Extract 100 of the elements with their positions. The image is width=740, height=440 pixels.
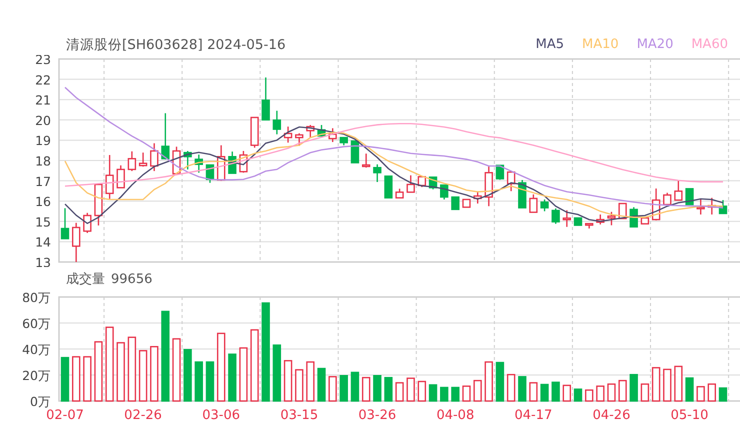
axis-label: 20 bbox=[35, 112, 51, 128]
volume-bar bbox=[138, 350, 148, 402]
candlestick bbox=[116, 165, 125, 188]
candlestick bbox=[418, 176, 426, 188]
volume-bar bbox=[295, 369, 304, 402]
candlestick bbox=[395, 188, 404, 198]
candlestick bbox=[373, 164, 382, 182]
candlestick bbox=[60, 208, 70, 240]
candlestick bbox=[718, 200, 728, 214]
candlestick bbox=[239, 150, 248, 173]
candlestick bbox=[451, 196, 460, 210]
volume-bar bbox=[663, 368, 672, 402]
volume-bar bbox=[506, 374, 516, 402]
legend-label: MA5 bbox=[536, 36, 564, 54]
volume-bar bbox=[428, 384, 438, 402]
volume-bar bbox=[630, 374, 638, 402]
axis-label: 17 bbox=[35, 174, 51, 189]
date-label: 03-06 bbox=[202, 408, 240, 423]
volume-bar bbox=[150, 346, 158, 402]
axis-label: 80万 bbox=[22, 292, 51, 305]
candlestick bbox=[562, 210, 572, 227]
candlestick bbox=[284, 126, 292, 143]
volume-bar bbox=[696, 386, 705, 402]
volume-bar bbox=[718, 387, 728, 402]
volume-bar bbox=[440, 386, 448, 402]
legend-label: MA20 bbox=[636, 36, 674, 54]
candlestick bbox=[696, 198, 705, 214]
volume-bar bbox=[406, 378, 415, 402]
volume-bar bbox=[540, 384, 549, 402]
volume-bar bbox=[272, 344, 282, 402]
candlestick bbox=[663, 192, 672, 206]
volume-bar bbox=[640, 383, 650, 402]
volume-bar bbox=[94, 341, 103, 402]
volume-bar bbox=[395, 382, 404, 402]
candlestick bbox=[150, 143, 158, 172]
axis-label: 22 bbox=[35, 72, 51, 88]
volume-bar bbox=[373, 375, 382, 402]
volume-bar bbox=[529, 382, 538, 402]
volume-bar bbox=[228, 354, 236, 402]
volume-bar bbox=[451, 386, 460, 402]
candlestick bbox=[72, 222, 80, 262]
candlestick bbox=[295, 133, 304, 146]
volume-bar bbox=[474, 380, 482, 402]
axis-label: 21 bbox=[35, 92, 51, 108]
axis-label: 20万 bbox=[22, 368, 51, 383]
candlestick bbox=[630, 207, 638, 228]
volume-bar bbox=[284, 360, 292, 402]
axis-label: 14 bbox=[35, 234, 51, 250]
volume-bar bbox=[306, 361, 314, 402]
volume-bar bbox=[216, 332, 226, 402]
candlestick bbox=[340, 136, 348, 146]
candlestick bbox=[440, 184, 448, 200]
candlestick bbox=[674, 180, 683, 201]
candlestick bbox=[250, 116, 259, 148]
volume-bar bbox=[685, 377, 694, 402]
candlestick bbox=[350, 140, 360, 164]
candlestick bbox=[506, 171, 516, 192]
axis-label: 19 bbox=[35, 133, 51, 148]
volume-bar bbox=[362, 376, 370, 402]
volume-bar bbox=[674, 366, 683, 402]
candlestick bbox=[607, 212, 616, 226]
candlestick bbox=[194, 154, 203, 173]
candlestick bbox=[585, 222, 594, 228]
candlestick bbox=[184, 150, 192, 170]
candlestick bbox=[685, 188, 694, 206]
candlestick bbox=[306, 124, 314, 138]
volume-bar bbox=[83, 356, 92, 402]
candlestick bbox=[496, 164, 504, 180]
volume-bar bbox=[128, 336, 136, 402]
candlestick bbox=[384, 175, 393, 198]
axis-label: 13 bbox=[35, 255, 51, 267]
date-label: 02-26 bbox=[124, 408, 162, 423]
date-label: 04-26 bbox=[592, 408, 630, 423]
volume-value: 99656 bbox=[111, 270, 152, 288]
volume-bar bbox=[350, 372, 360, 402]
volume-label: 成交量 bbox=[66, 270, 105, 288]
volume-bar bbox=[60, 356, 70, 402]
candlestick bbox=[94, 184, 103, 226]
volume-bar bbox=[585, 389, 594, 402]
legend-label: MA60 bbox=[691, 36, 728, 54]
axis-label: 23 bbox=[35, 55, 51, 67]
date-label: 05-10 bbox=[670, 408, 708, 423]
legend-label: MA10 bbox=[582, 36, 619, 54]
candlestick bbox=[362, 154, 370, 168]
volume-bar bbox=[384, 376, 393, 402]
candlestick bbox=[216, 145, 226, 181]
axis-label: 60万 bbox=[22, 316, 51, 331]
volume-bar bbox=[518, 376, 526, 402]
volume-bar bbox=[562, 384, 572, 402]
volume-bar bbox=[462, 386, 471, 402]
axis-label: 0万 bbox=[30, 394, 51, 409]
candlestick bbox=[552, 208, 560, 224]
volume-bar bbox=[184, 349, 192, 402]
candlestick bbox=[462, 198, 471, 208]
volume-bar bbox=[317, 368, 326, 402]
volume-bar bbox=[328, 376, 337, 402]
volume-bar bbox=[618, 380, 627, 402]
volume-bar bbox=[418, 380, 426, 402]
candlestick bbox=[138, 152, 148, 167]
candlestick bbox=[328, 128, 337, 142]
